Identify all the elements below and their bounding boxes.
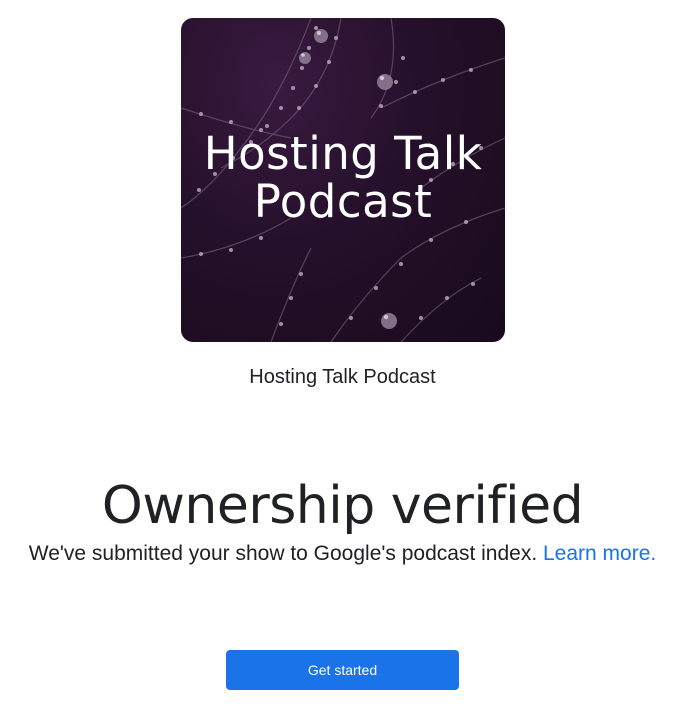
get-started-button[interactable]: Get started — [226, 650, 459, 690]
status-message: We've submitted your show to Google's po… — [0, 542, 685, 566]
cover-title: Hosting Talk Podcast — [203, 127, 483, 228]
page-title: Ownership verified — [101, 476, 584, 536]
verification-page: Hosting Talk Podcast Hosting Talk Podcas… — [0, 0, 699, 710]
status-message-text: We've submitted your show to Google's po… — [28, 542, 538, 565]
learn-more-link[interactable]: Learn more. — [543, 542, 656, 565]
podcast-cover-art: Hosting Talk Podcast — [181, 18, 505, 342]
podcast-name: Hosting Talk Podcast — [249, 366, 436, 388]
